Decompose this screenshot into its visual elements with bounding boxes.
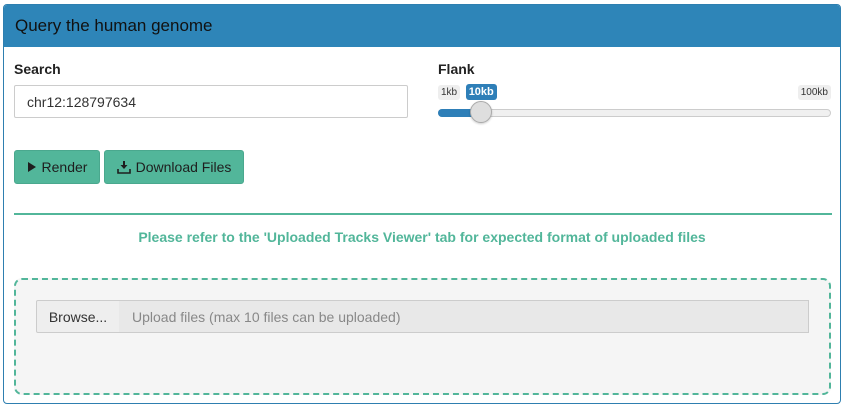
flank-slider-track[interactable] — [438, 109, 831, 117]
section-divider — [14, 213, 832, 215]
flank-max-label: 100kb — [797, 85, 831, 100]
play-icon — [27, 161, 37, 173]
flank-min-label: 1kb — [438, 85, 461, 100]
panel-header: Query the human genome — [4, 5, 840, 47]
download-files-button[interactable]: Download Files — [104, 150, 244, 184]
upload-format-notice: Please refer to the 'Uploaded Tracks Vie… — [138, 229, 706, 245]
panel-title: Query the human genome — [15, 16, 213, 35]
search-label: Search — [14, 61, 61, 77]
download-icon — [116, 160, 131, 174]
download-button-label: Download Files — [135, 159, 232, 175]
flank-current-value: 10kb — [465, 84, 497, 100]
search-input[interactable] — [14, 85, 408, 118]
upload-file-field[interactable]: Upload files (max 10 files can be upload… — [119, 300, 809, 333]
query-panel: Query the human genome Search Flank 1kb … — [3, 4, 841, 404]
browse-button[interactable]: Browse... — [36, 300, 120, 333]
flank-slider-handle[interactable] — [470, 101, 493, 123]
upload-dropzone[interactable] — [14, 278, 831, 395]
flank-label: Flank — [438, 61, 475, 77]
render-button-label: Render — [41, 159, 88, 175]
render-button[interactable]: Render — [14, 150, 100, 184]
